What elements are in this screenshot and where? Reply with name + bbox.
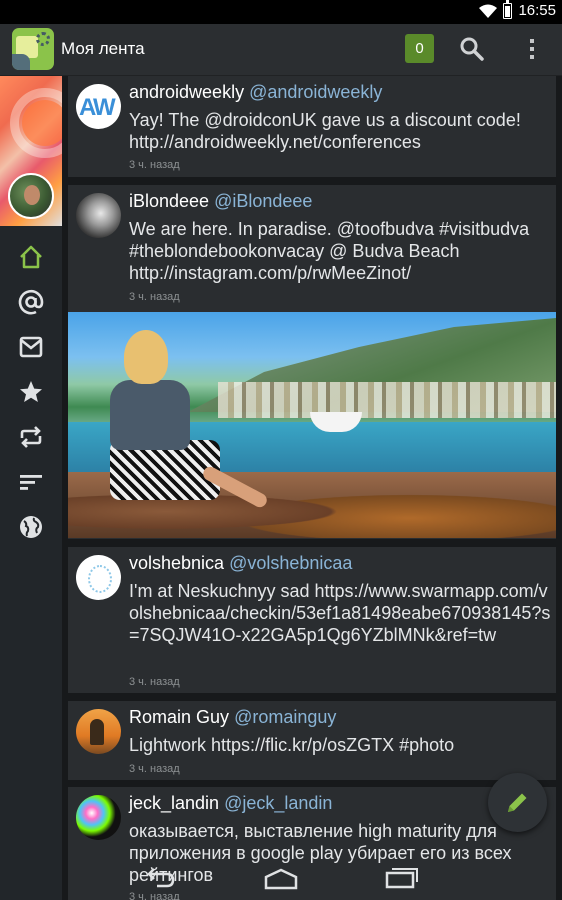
tweet-card[interactable]: volshebnica @volshebnicaa I'm at Neskuch… — [68, 547, 556, 693]
search-button[interactable] — [459, 36, 485, 62]
tweet-text: I'm at Neskuchnyy sad https://www.swarma… — [129, 581, 551, 645]
action-bar: Моя лента 0 — [0, 24, 562, 76]
tweet-author-handle[interactable]: @romainguy — [234, 707, 336, 727]
tweet-avatar[interactable] — [76, 795, 121, 840]
avatar-logo-text: AW — [79, 94, 116, 121]
tweet-timestamp: 3 ч. назад — [129, 763, 180, 775]
tweet-header: volshebnica @volshebnicaa — [129, 553, 352, 574]
nav-lists[interactable] — [17, 468, 45, 496]
home-nav-button[interactable] — [261, 860, 301, 892]
unread-counter-badge[interactable]: 0 — [405, 34, 434, 63]
back-button[interactable] — [141, 860, 181, 892]
tweet-header: jeck_landin @jeck_landin — [129, 793, 332, 814]
mail-icon — [19, 336, 43, 358]
recents-icon — [385, 868, 418, 889]
nav-home[interactable] — [17, 243, 45, 271]
tweet-timestamp: 3 ч. назад — [129, 291, 180, 303]
retweet-icon — [20, 426, 42, 448]
tweet-author-handle[interactable]: @androidweekly — [249, 82, 382, 102]
tweet-author-handle[interactable]: @jeck_landin — [224, 793, 332, 813]
battery-icon — [503, 0, 513, 19]
status-bar: 16:55 — [0, 0, 562, 24]
tweet-header: Romain Guy @romainguy — [129, 707, 336, 728]
tweet-author-handle[interactable]: @iBlondeee — [214, 191, 312, 211]
nav-favorites[interactable] — [17, 378, 45, 406]
compose-tweet-button[interactable] — [488, 773, 547, 832]
tweet-photo[interactable] — [68, 312, 556, 538]
page-title: Моя лента — [61, 39, 145, 58]
user-avatar[interactable] — [8, 173, 54, 219]
nav-explore[interactable] — [17, 513, 45, 541]
search-icon — [460, 37, 484, 61]
tweet-avatar[interactable] — [76, 193, 121, 238]
tweet-text: Yay! The @droidconUK gave us a discount … — [129, 110, 521, 152]
tweet-author-handle[interactable]: @volshebnicaa — [229, 553, 352, 573]
home-nav-icon — [264, 868, 298, 890]
tweet-feed[interactable]: AW androidweekly @androidweekly Yay! The… — [68, 76, 562, 900]
status-icons: 16:55 — [479, 0, 556, 19]
tweet-header: androidweekly @androidweekly — [129, 82, 382, 103]
tweet-author-name[interactable]: iBlondeee — [129, 191, 209, 211]
tweet-author-name[interactable]: Romain Guy — [129, 707, 229, 727]
tweet-timestamp: 3 ч. назад — [129, 676, 180, 688]
star-icon — [20, 381, 42, 402]
overflow-menu-button[interactable] — [522, 36, 542, 62]
app-logo[interactable] — [12, 28, 54, 70]
nav-retweets[interactable] — [17, 423, 45, 451]
tweet-avatar[interactable] — [76, 709, 121, 754]
tweet-avatar[interactable] — [76, 555, 121, 600]
screen: 16:55 Моя лента 0 AW androidweekly @andr… — [0, 0, 562, 900]
status-time: 16:55 — [518, 2, 556, 19]
tweet-author-name[interactable]: volshebnica — [129, 553, 224, 573]
tweet-header: iBlondeee @iBlondeee — [129, 191, 312, 212]
tweet-card[interactable]: AW androidweekly @androidweekly Yay! The… — [68, 76, 556, 177]
tweet-author-name[interactable]: jeck_landin — [129, 793, 219, 813]
system-navigation-bar — [0, 852, 562, 900]
tweet-avatar[interactable]: AW — [76, 84, 121, 129]
tweet-text: Lightwork https://flic.kr/p/osZGTX #phot… — [129, 735, 455, 755]
globe-icon — [20, 516, 42, 538]
filter-list-icon — [20, 475, 42, 490]
nav-mentions[interactable] — [17, 288, 45, 316]
tweet-text: We are here. In paradise. @toofbudva #vi… — [129, 219, 530, 283]
home-icon — [20, 245, 42, 269]
navigation-drawer — [0, 76, 62, 900]
tweet-card[interactable]: iBlondeee @iBlondeee We are here. In par… — [68, 185, 556, 539]
tweet-card[interactable]: Romain Guy @romainguy Lightwork https://… — [68, 701, 556, 780]
wifi-icon — [479, 4, 498, 18]
compose-pencil-icon — [508, 793, 527, 812]
at-mention-icon — [18, 289, 44, 315]
recents-button[interactable] — [381, 860, 421, 892]
back-icon — [147, 868, 175, 888]
tweet-timestamp: 3 ч. назад — [129, 159, 180, 171]
tweet-author-name[interactable]: androidweekly — [129, 82, 244, 102]
nav-messages[interactable] — [17, 333, 45, 361]
